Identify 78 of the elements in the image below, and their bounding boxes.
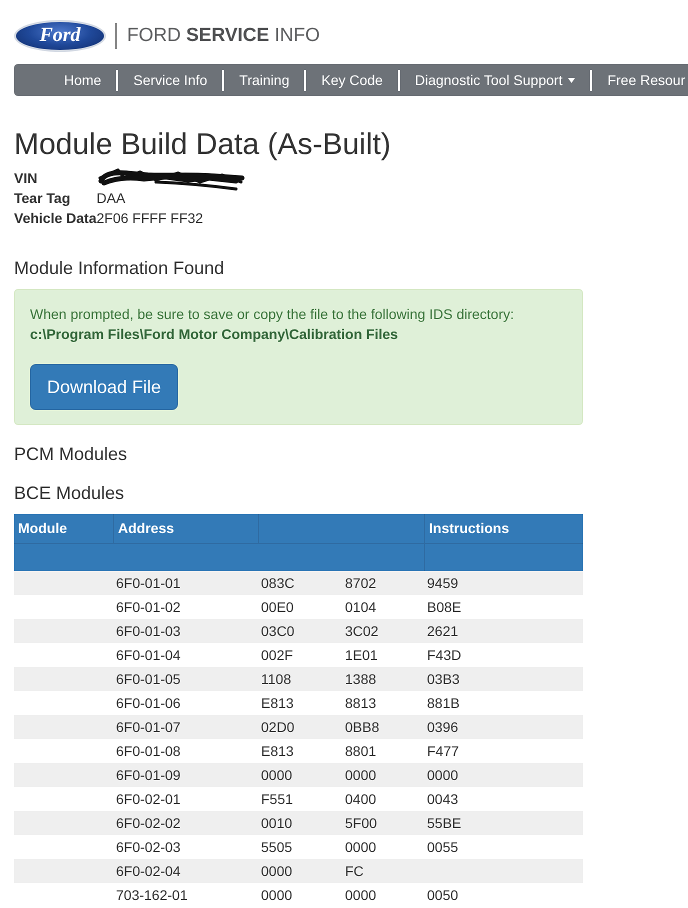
table-cell: 8801: [345, 743, 376, 759]
nav-link[interactable]: Free Resour: [592, 70, 686, 90]
table-cell: 9459: [427, 575, 458, 591]
table-cell: 703-162-01: [116, 887, 188, 903]
site-title: FORD SERVICE INFO: [127, 24, 320, 48]
table-cell: 0000: [261, 767, 292, 783]
table-cell: 5505: [261, 839, 292, 855]
info-value: 2F06 FFFF FF32: [96, 210, 204, 226]
table-cell: 03B3: [427, 671, 460, 687]
table-cell: 0400: [345, 791, 376, 807]
alert-message: When prompted, be sure to save or copy the file to the following IDS directory:: [30, 305, 516, 324]
table-cell: 2621: [427, 623, 458, 639]
table-cell: 0396: [427, 719, 458, 735]
page-title: Module Build Data (As-Built): [14, 128, 392, 161]
table-cell: 6F0-02-03: [116, 839, 181, 855]
section-heading: Module Information Found: [14, 258, 226, 278]
info-label: VIN: [14, 169, 38, 188]
table-cell: 002F: [261, 647, 293, 663]
table-cell: 6F0-02-01: [116, 791, 181, 807]
table-cell: F477: [427, 743, 459, 759]
column-header: Address: [114, 514, 259, 543]
section-heading: BCE Modules: [14, 483, 126, 503]
nav-link[interactable]: Training: [224, 70, 304, 90]
table-cell: 6F0-01-01: [116, 575, 181, 591]
table-cell: 083C: [261, 575, 294, 591]
table-cell: 0050: [427, 887, 458, 903]
table-cell: 6F0-02-04: [116, 863, 181, 879]
table-cell: 1E01: [345, 647, 378, 663]
section-heading: PCM Modules: [14, 444, 128, 464]
table-cell: F551: [261, 791, 293, 807]
table-cell: 8813: [345, 695, 376, 711]
table-cell: 6F0-01-05: [116, 671, 181, 687]
table-cell: 8702: [345, 575, 376, 591]
table-cell: F43D: [427, 647, 462, 663]
table-cell: 6F0-01-07: [116, 719, 181, 735]
table-cell: 0000: [345, 767, 376, 783]
table-cell: 6F0-01-02: [116, 599, 181, 615]
download-button[interactable]: Download File: [30, 364, 178, 410]
directory-path: c:\Program Files\Ford Motor Company\Calibration Files: [30, 325, 399, 344]
table-cell: 55BE: [427, 815, 462, 831]
table-cell: 1108: [261, 671, 292, 687]
table-cell: FC: [345, 863, 364, 879]
table-cell: 6F0-02-02: [116, 815, 181, 831]
table-cell: 0000: [261, 863, 292, 879]
table-cell: 0104: [345, 599, 376, 615]
nav-link[interactable]: Key Code: [306, 70, 398, 90]
nav-dropdown[interactable]: Diagnostic Tool Support: [400, 70, 590, 90]
table-cell: E813: [261, 695, 294, 711]
info-label: Vehicle Data: [14, 209, 96, 228]
table-cell: 1388: [345, 671, 376, 687]
nav-link[interactable]: Home: [49, 70, 116, 90]
table-cell: 6F0-01-04: [116, 647, 181, 663]
table-cell: E813: [261, 743, 294, 759]
table-cell: 881B: [427, 695, 460, 711]
column-header: Module: [14, 514, 114, 543]
table-cell: 0000: [427, 767, 458, 783]
table-cell: 6F0-01-08: [116, 743, 181, 759]
info-label: Tear Tag: [14, 189, 72, 208]
table-cell: 6F0-01-03: [116, 623, 181, 639]
table-cell: B08E: [427, 599, 462, 615]
info-value: DAA: [96, 190, 126, 206]
table-cell: 00E0: [261, 599, 294, 615]
table-cell: 0000: [261, 887, 292, 903]
column-header: Instructions: [428, 519, 510, 538]
table-cell: 0BB8: [345, 719, 380, 735]
table-cell: 0010: [261, 815, 292, 831]
table-cell: 0055: [427, 839, 458, 855]
table-cell: 02D0: [261, 719, 294, 735]
table-cell: 0000: [345, 887, 376, 903]
table-cell: 03C0: [261, 623, 294, 639]
table-cell: 5F00: [345, 815, 377, 831]
ford-logo[interactable]: Ford: [14, 20, 106, 52]
nav-link[interactable]: Service Info: [118, 70, 222, 90]
table-cell: 0000: [345, 839, 376, 855]
table-cell: 6F0-01-06: [116, 695, 181, 711]
table-cell: 0043: [427, 791, 458, 807]
table-cell: 3C02: [345, 623, 378, 639]
table-cell: 6F0-01-09: [116, 767, 181, 783]
